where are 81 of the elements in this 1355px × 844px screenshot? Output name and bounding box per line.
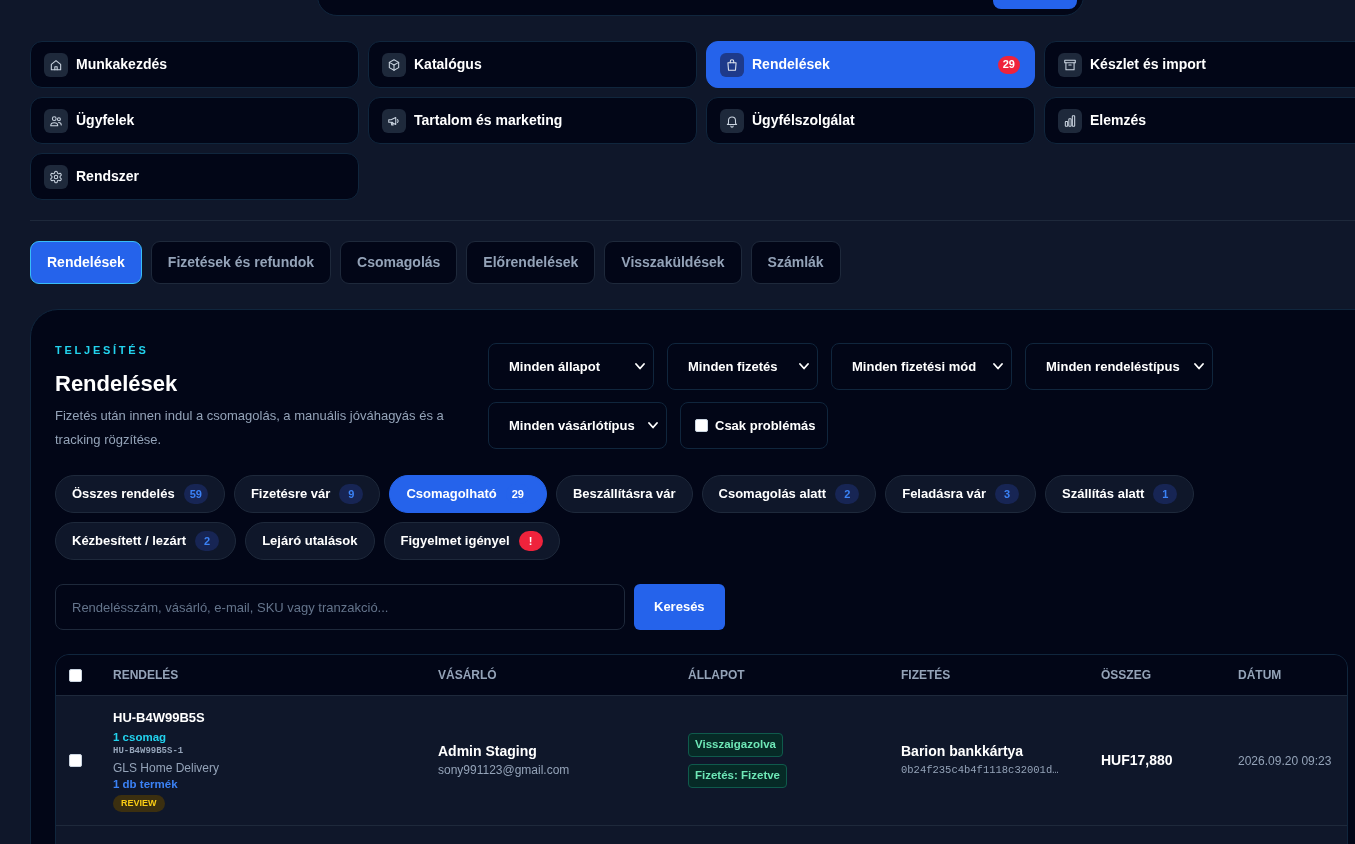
nav-item[interactable]: Elemzés xyxy=(1044,97,1355,144)
nav-item[interactable]: Rendszer xyxy=(30,153,359,200)
package-id: HU-B4W99B5S-1 xyxy=(113,745,184,758)
filter-select[interactable]: Minden fizetési mód xyxy=(831,343,1012,390)
status-chip[interactable]: Lejáró utalások xyxy=(245,522,375,560)
review-tag: REVIEW xyxy=(113,795,165,812)
package-count: 1 csomag xyxy=(113,730,167,745)
item-count: 1 db termék xyxy=(113,777,178,792)
chevron-down-icon xyxy=(648,422,658,429)
search-button[interactable]: Keresés xyxy=(634,584,725,630)
column-header: DÁTUM xyxy=(1238,668,1282,682)
count-badge: 3 xyxy=(995,484,1020,504)
status-chip[interactable]: Kézbesített / lezárt 2 xyxy=(55,522,237,560)
bag-icon xyxy=(720,52,744,77)
order-total: HUF17,880 xyxy=(1101,751,1173,770)
section-eyebrow: TELJESÍTÉS xyxy=(55,343,150,357)
status-chip[interactable]: Csomagolás alatt 2 xyxy=(701,475,877,513)
sub-tab[interactable]: Csomagolás xyxy=(340,241,458,284)
search-field[interactable]: Rendelésszám, vásárló, e-mail, SKU vagy tranzakció... xyxy=(55,584,625,630)
status-badge: Visszaigazolva xyxy=(688,733,783,757)
alert-badge: ! xyxy=(518,531,543,551)
filter-select[interactable]: Minden állapot xyxy=(488,343,654,390)
archive-box-icon xyxy=(1058,52,1082,77)
order-date: 2026.09.20 09:23 xyxy=(1238,752,1332,770)
nav-item[interactable]: Munkakezdés xyxy=(30,41,359,88)
chevron-down-icon xyxy=(799,363,809,370)
count-badge: 59 xyxy=(183,484,208,504)
buyer-name: Admin Staging xyxy=(438,742,537,761)
column-header: ÖSSZEG xyxy=(1101,668,1151,682)
bell-icon xyxy=(720,108,744,133)
payment-method: Barion bankkártya xyxy=(901,742,1024,761)
sub-tab[interactable]: Visszaküldések xyxy=(604,241,742,284)
row-checkbox[interactable] xyxy=(69,754,82,767)
nav-item[interactable]: Rendelések 29 xyxy=(706,41,1035,88)
select-all-checkbox[interactable] xyxy=(69,668,82,682)
sub-tab[interactable]: Fizetések és refundok xyxy=(150,241,332,284)
page-title: Rendelések xyxy=(55,370,179,398)
page-description: Fizetés után innen indul a csomagolás, a manuális jóváhagyás és a tracking rögzítése. xyxy=(55,407,445,449)
nav-item[interactable]: Ügyfelek xyxy=(30,97,359,144)
filter-toggle[interactable]: Csak problémás xyxy=(680,402,829,449)
status-chip[interactable]: Csomagolható 29 xyxy=(389,475,547,513)
carrier-name: GLS Home Delivery xyxy=(113,760,220,777)
users-icon xyxy=(44,108,68,133)
count-badge: 29 xyxy=(997,55,1020,74)
column-header: RENDELÉS xyxy=(113,668,179,682)
cube-icon xyxy=(382,52,406,77)
sub-tab[interactable]: Számlák xyxy=(750,241,841,284)
nav-item[interactable]: Tartalom és marketing xyxy=(368,97,697,144)
status-chip[interactable]: Figyelmet igényel ! xyxy=(383,522,560,560)
count-badge: 1 xyxy=(1153,484,1178,504)
bar-chart-icon xyxy=(1058,108,1082,133)
filter-select[interactable]: Minden fizetés xyxy=(667,343,818,390)
count-badge: 2 xyxy=(195,531,220,551)
order-number: HU-B4W99B5S xyxy=(113,709,205,727)
sub-tab[interactable]: Rendelések xyxy=(30,241,142,284)
filter-select[interactable]: Minden vásárlótípus xyxy=(488,402,667,449)
chevron-down-icon xyxy=(1194,363,1204,370)
buyer-email: sony991123@gmail.com xyxy=(438,762,570,779)
transaction-id: 0b24f235c4b4f1118c32001d… xyxy=(901,763,1059,778)
count-badge: 9 xyxy=(339,484,364,504)
column-header: VÁSÁRLÓ xyxy=(438,668,497,682)
column-header: ÁLLAPOT xyxy=(688,668,745,682)
status-chip[interactable]: Feladásra vár 3 xyxy=(885,475,1037,513)
home-icon xyxy=(44,52,68,77)
column-header: FIZETÉS xyxy=(901,668,951,682)
nav-item[interactable]: Katalógus xyxy=(368,41,697,88)
nav-item[interactable]: Készlet és import xyxy=(1044,41,1355,88)
nav-item[interactable]: Ügyfélszolgálat xyxy=(706,97,1035,144)
checkbox[interactable] xyxy=(695,419,708,432)
status-chip[interactable]: Beszállításra vár xyxy=(555,475,693,513)
status-chip[interactable]: Szállítás alatt 1 xyxy=(1045,475,1195,513)
chevron-down-icon xyxy=(993,363,1003,370)
megaphone-icon xyxy=(382,108,406,133)
sub-tab[interactable]: Előrendelések xyxy=(466,241,596,284)
status-chip[interactable]: Fizetésre vár 9 xyxy=(233,475,381,513)
chevron-down-icon xyxy=(635,363,645,370)
status-chip[interactable]: Összes rendelés 59 xyxy=(55,475,225,513)
count-badge: 2 xyxy=(835,484,860,504)
filter-select[interactable]: Minden rendeléstípus xyxy=(1025,343,1213,390)
settings-icon xyxy=(44,164,68,189)
status-badge: Fizetés: Fizetve xyxy=(688,764,787,788)
